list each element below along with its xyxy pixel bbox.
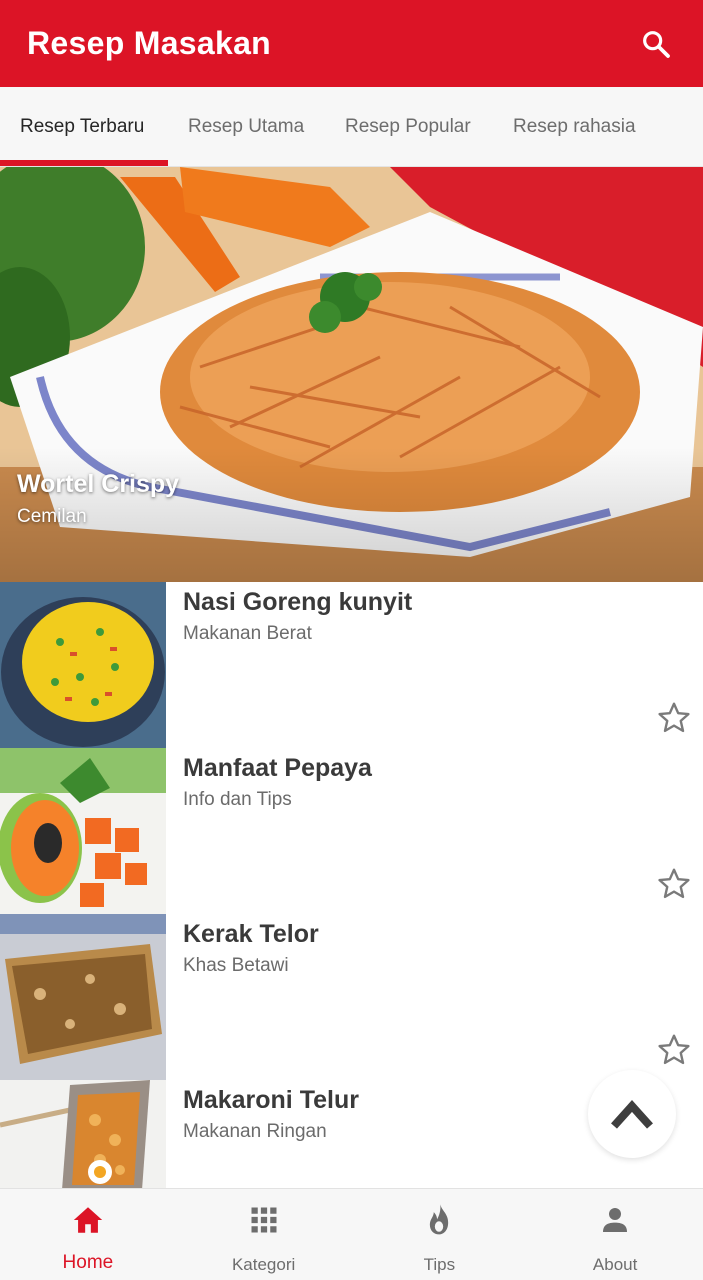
chevron-up-icon	[611, 1100, 653, 1129]
featured-recipe-image	[0, 167, 703, 582]
recipe-category: Info dan Tips	[183, 789, 292, 810]
recipe-category: Khas Betawi	[183, 955, 289, 976]
app-bar: Resep Masakan	[0, 0, 703, 87]
app-title: Resep Masakan	[27, 25, 272, 61]
grid-icon	[247, 1203, 281, 1237]
recipe-thumbnail	[0, 914, 166, 1080]
nav-kategori[interactable]: Kategori	[176, 1189, 352, 1280]
recipe-thumbnail	[0, 1080, 166, 1188]
tab-indicator	[0, 160, 168, 166]
recipe-title: Nasi Goreng kunyit	[183, 588, 413, 616]
nav-label: Kategori	[231, 1255, 296, 1274]
recipe-item-kerak-telor[interactable]: Kerak Telor Khas Betawi	[0, 914, 703, 1080]
nav-label: Home	[62, 1252, 114, 1273]
recipe-category: Makanan Ringan	[183, 1121, 327, 1142]
tab-resep-terbaru[interactable]: Resep Terbaru	[20, 87, 144, 167]
nav-about[interactable]: About	[527, 1189, 703, 1280]
recipe-thumbnail	[0, 582, 166, 748]
featured-recipe-category: Cemilan	[17, 506, 87, 527]
search-button[interactable]	[636, 24, 676, 64]
home-icon	[71, 1203, 105, 1237]
nav-label: About	[592, 1255, 638, 1274]
recipe-title: Makaroni Telur	[183, 1086, 359, 1114]
recipe-item-manfaat-pepaya[interactable]: Manfaat Pepaya Info dan Tips	[0, 748, 703, 914]
person-icon	[598, 1203, 632, 1237]
nav-home[interactable]: Home	[0, 1189, 176, 1280]
recipe-item-nasi-goreng-kunyit[interactable]: Nasi Goreng kunyit Makanan Berat	[0, 582, 703, 748]
tab-resep-utama[interactable]: Resep Utama	[188, 87, 304, 167]
nav-tips[interactable]: Tips	[352, 1189, 528, 1280]
recipe-thumbnail	[0, 748, 166, 914]
nav-label: Tips	[423, 1255, 456, 1274]
bottom-navigation: Home Kategori Tips About	[0, 1188, 703, 1280]
search-icon	[643, 30, 670, 58]
star-icon[interactable]	[656, 700, 692, 736]
star-icon[interactable]	[656, 1032, 692, 1068]
recipe-title: Kerak Telor	[183, 920, 319, 948]
recipe-title: Manfaat Pepaya	[183, 754, 372, 782]
tab-resep-rahasia[interactable]: Resep rahasia	[513, 87, 636, 167]
tab-bar: Resep Terbaru Resep Utama Resep Popular …	[0, 87, 703, 167]
app-root: Resep Masakan Resep Terbaru Resep Utama …	[0, 0, 703, 1280]
recipe-category: Makanan Berat	[183, 623, 312, 644]
featured-recipe-card[interactable]: Wortel Crispy Cemilan	[0, 167, 703, 582]
star-icon[interactable]	[656, 866, 692, 902]
flame-icon	[422, 1203, 456, 1237]
featured-recipe-title: Wortel Crispy	[17, 470, 180, 498]
tab-resep-popular[interactable]: Resep Popular	[345, 87, 471, 167]
scroll-to-top-button[interactable]	[588, 1070, 676, 1158]
